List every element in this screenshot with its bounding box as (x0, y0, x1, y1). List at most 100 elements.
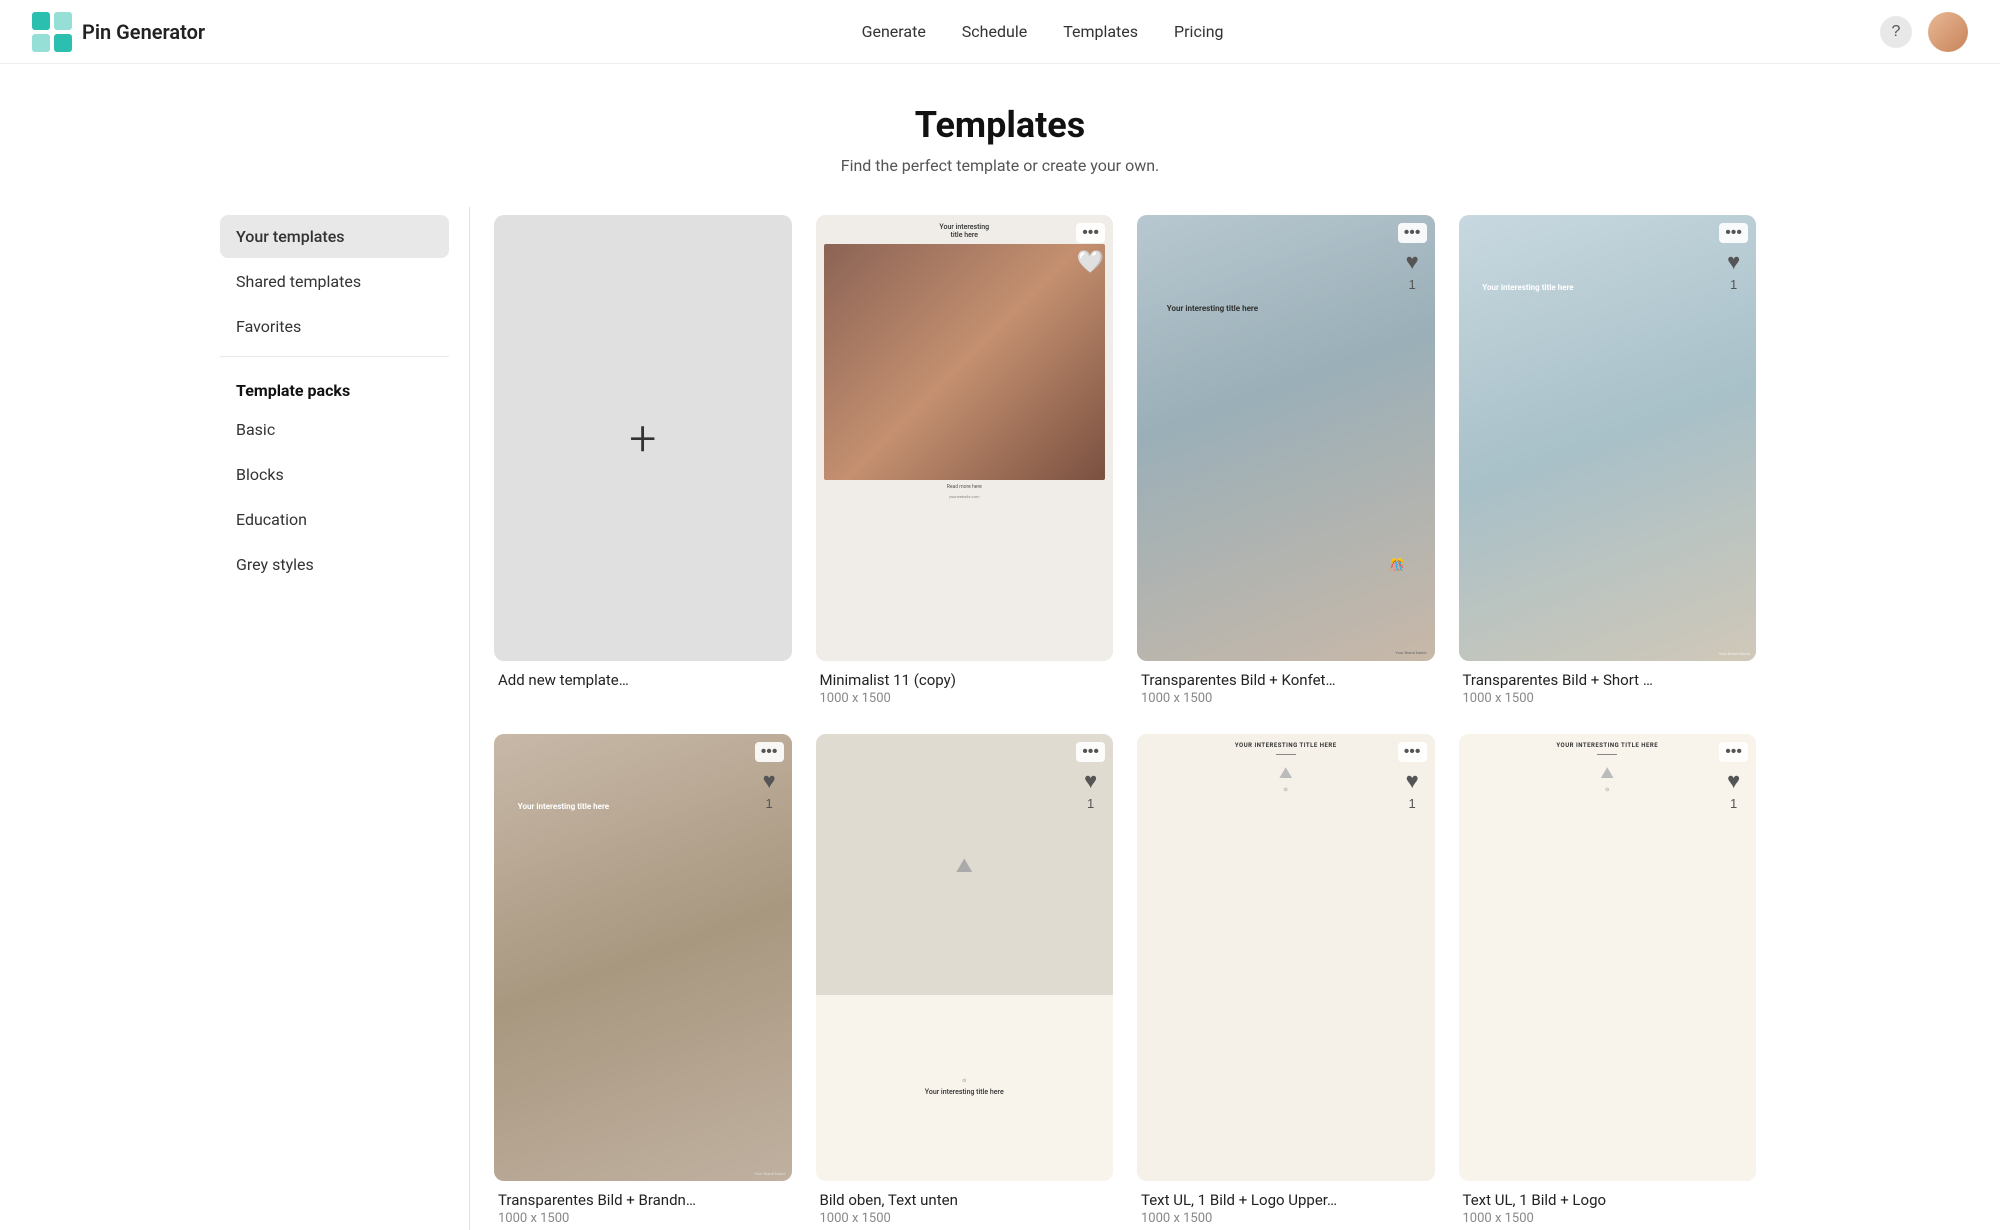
preview-ul-mountain-5: ⛰ (1279, 763, 1292, 783)
template-thumb-0: Your interestingtitle here Read more her… (816, 215, 1114, 661)
sidebar-item-favorites[interactable]: Favorites (220, 305, 449, 348)
sidebar-section-template-packs: Template packs (220, 365, 449, 408)
template-name-5: Text UL, 1 Bild + Logo Upper… (1141, 1191, 1431, 1209)
heart-button-3[interactable]: ♥ 1 (763, 768, 776, 811)
template-card-6[interactable]: Your interesting title here ⛰ ⊙ ••• ♥ 1 (1459, 734, 1757, 1229)
preview-overlay-text-1: Your interesting title here (1167, 304, 1316, 314)
template-thumb-6: Your interesting title here ⛰ ⊙ ••• ♥ 1 (1459, 734, 1757, 1180)
more-button-1[interactable]: ••• (1398, 223, 1427, 243)
main-layout: Your templates Shared templates Favorite… (200, 207, 1800, 1230)
preview-logo-small: ⊙ (962, 1078, 966, 1084)
template-thumb-3: Your interesting title here Your Brand N… (494, 734, 792, 1180)
sidebar-item-grey-styles[interactable]: Grey styles (220, 543, 449, 586)
preview-minimalist: Your interestingtitle here Read more her… (816, 215, 1114, 661)
sidebar-item-shared-templates[interactable]: Shared templates (220, 260, 449, 303)
preview-ul-line-6 (1597, 754, 1617, 755)
heart-button-2[interactable]: ♥ 1 (1727, 249, 1740, 292)
nav-templates[interactable]: Templates (1063, 22, 1138, 41)
nav-generate[interactable]: Generate (862, 22, 926, 41)
heart-button-0[interactable]: 🤍 (1077, 249, 1104, 275)
template-card-0[interactable]: Your interestingtitle here Read more her… (816, 215, 1114, 710)
template-size-3: 1000 x 1500 (498, 1211, 788, 1226)
header: Pin Generator Generate Schedule Template… (0, 0, 2000, 64)
template-thumb-2: Your interesting title here Your Brand N… (1459, 215, 1757, 661)
nav-right: ? (1880, 12, 1968, 52)
avatar[interactable] (1928, 12, 1968, 52)
preview-ul-title-6: Your interesting title here (1556, 742, 1658, 750)
heart-button-6[interactable]: ♥ 1 (1727, 768, 1740, 811)
heart-icon-2: ♥ (1727, 249, 1740, 275)
template-actions-3: ••• ♥ 1 (755, 742, 784, 811)
template-name-3: Transparentes Bild + Brandn… (498, 1191, 788, 1209)
add-new-card[interactable]: + Add new template… (494, 215, 792, 710)
template-info-0: Minimalist 11 (copy) 1000 x 1500 (816, 661, 1114, 710)
template-name-6: Text UL, 1 Bild + Logo (1463, 1191, 1753, 1209)
sidebar-item-education[interactable]: Education (220, 498, 449, 541)
add-new-thumb[interactable]: + (494, 215, 792, 661)
page-header: Templates Find the perfect template or c… (0, 64, 2000, 207)
preview-transp-1: Your interesting title here 🎊 Your Brand… (1137, 215, 1435, 661)
template-actions-6: ••• ♥ 1 (1719, 742, 1748, 811)
logo-area[interactable]: Pin Generator (32, 12, 205, 52)
template-name-1: Transparentes Bild + Konfet… (1141, 671, 1431, 689)
heart-button-4[interactable]: ♥ 1 (1084, 768, 1097, 811)
template-thumb-1: Your interesting title here 🎊 Your Brand… (1137, 215, 1435, 661)
template-grid: + Add new template… Your interestingtitl… (494, 207, 1756, 1230)
nav-pricing[interactable]: Pricing (1174, 22, 1224, 41)
template-card-5[interactable]: YOUR INTERESTING TITLE HERE ⛰ ⊙ ••• ♥ 1 (1137, 734, 1435, 1229)
template-name-2: Transparentes Bild + Short … (1463, 671, 1753, 689)
preview-ul-mountain-6: ⛰ (1601, 763, 1614, 783)
template-info-4: Bild oben, Text unten 1000 x 1500 (816, 1181, 1114, 1230)
heart-icon-1: ♥ (1406, 249, 1419, 275)
heart-count-1: 1 (1408, 277, 1415, 292)
template-info-2: Transparentes Bild + Short … 1000 x 1500 (1459, 661, 1757, 710)
preview-bottom-text: Your interesting title here (925, 1088, 1004, 1096)
sidebar-item-blocks[interactable]: Blocks (220, 453, 449, 496)
template-size-6: 1000 x 1500 (1463, 1211, 1753, 1226)
template-card-3[interactable]: Your interesting title here Your Brand N… (494, 734, 792, 1229)
template-card-4[interactable]: ⛰ ⊙ Your interesting title here ••• ♥ 1 (816, 734, 1114, 1229)
confetti-icon: 🎊 (1390, 558, 1405, 572)
more-button-0[interactable]: ••• (1076, 223, 1105, 243)
template-info-5: Text UL, 1 Bild + Logo Upper… 1000 x 150… (1137, 1181, 1435, 1230)
template-card-2[interactable]: Your interesting title here Your Brand N… (1459, 215, 1757, 710)
mountain-icon: ⛰ (956, 853, 973, 877)
heart-count-6: 1 (1730, 796, 1737, 811)
heart-icon-0: 🤍 (1077, 249, 1104, 275)
sidebar-item-basic[interactable]: Basic (220, 408, 449, 451)
heart-icon-6: ♥ (1727, 768, 1740, 794)
heart-button-5[interactable]: ♥ 1 (1406, 768, 1419, 811)
more-button-6[interactable]: ••• (1719, 742, 1748, 762)
preview-ul-logo-6: ⊙ (1605, 787, 1609, 793)
preview-bild-oben-4: ⛰ ⊙ Your interesting title here (816, 734, 1114, 1180)
add-icon: + (629, 410, 656, 467)
more-button-5[interactable]: ••• (1398, 742, 1427, 762)
preview-overlay-text-2: Your interesting title here (1482, 282, 1652, 293)
heart-count-5: 1 (1408, 796, 1415, 811)
template-card-1[interactable]: Your interesting title here 🎊 Your Brand… (1137, 215, 1435, 710)
template-thumb-5: YOUR INTERESTING TITLE HERE ⛰ ⊙ ••• ♥ 1 (1137, 734, 1435, 1180)
preview-brand-2: Your Brand Name (1719, 651, 1750, 656)
logo-text: Pin Generator (82, 20, 205, 44)
nav-schedule[interactable]: Schedule (962, 22, 1027, 41)
main-nav: Generate Schedule Templates Pricing (862, 22, 1224, 41)
heart-count-4: 1 (1087, 796, 1094, 811)
add-new-info: Add new template… (494, 661, 792, 693)
heart-icon-5: ♥ (1406, 768, 1419, 794)
template-actions-2: ••• ♥ 1 (1719, 223, 1748, 292)
preview-brand-3: Your Brand Name (754, 1171, 785, 1176)
template-info-6: Text UL, 1 Bild + Logo 1000 x 1500 (1459, 1181, 1757, 1230)
preview-ul-logo-5: ⊙ (1284, 787, 1288, 793)
preview-read-more: Read more here (824, 484, 1106, 490)
sidebar-divider (220, 356, 449, 357)
preview-ul-line-5 (1276, 754, 1296, 755)
heart-icon-4: ♥ (1084, 768, 1097, 794)
more-button-2[interactable]: ••• (1719, 223, 1748, 243)
heart-button-1[interactable]: ♥ 1 (1406, 249, 1419, 292)
more-button-4[interactable]: ••• (1076, 742, 1105, 762)
more-button-3[interactable]: ••• (755, 742, 784, 762)
template-size-5: 1000 x 1500 (1141, 1211, 1431, 1226)
template-size-4: 1000 x 1500 (820, 1211, 1110, 1226)
help-button[interactable]: ? (1880, 16, 1912, 48)
sidebar-item-your-templates[interactable]: Your templates (220, 215, 449, 258)
